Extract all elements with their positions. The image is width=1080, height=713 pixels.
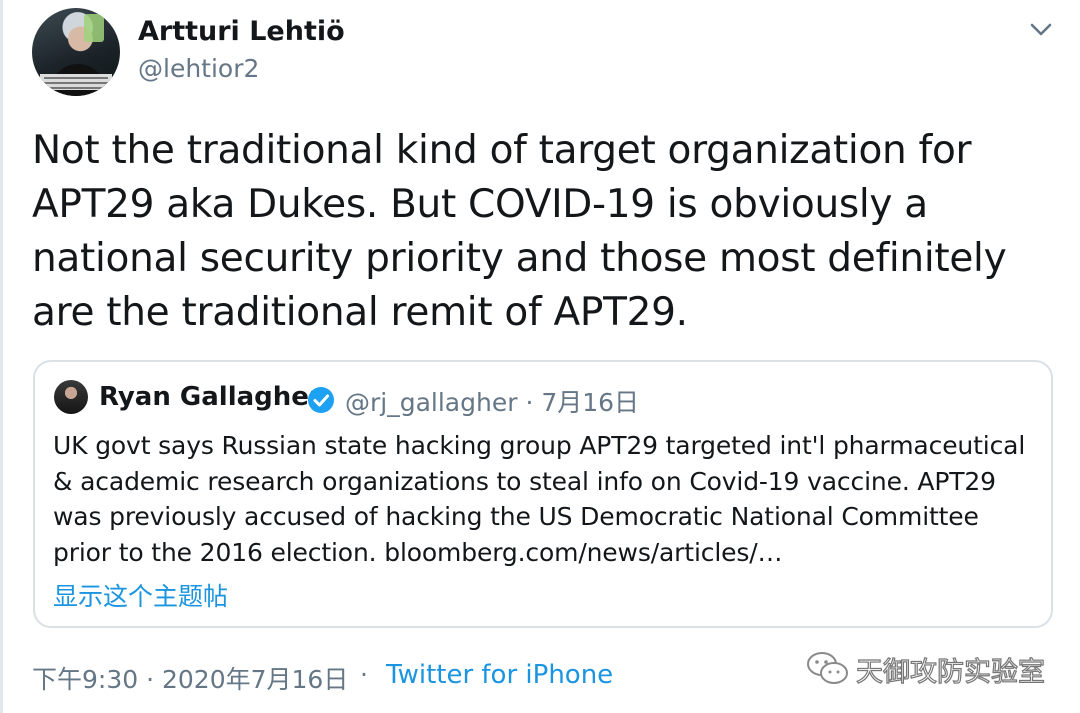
quoted-handle-date: @rj_gallagher · 7月16日 [345,388,640,417]
wechat-icon [807,652,848,684]
left-border [0,0,3,713]
watermark-text: 天御攻防实验室 [855,656,1045,688]
quoted-author-avatar [54,380,88,414]
quoted-author-name: Ryan Gallagher [99,382,322,412]
tweet-text: Not the traditional kind of target organ… [32,128,1007,335]
author-handle[interactable]: @lehtior2 [138,54,259,83]
quoted-tweet-card[interactable]: Ryan Gallagher @rj_gallagher · 7月16日 UK … [33,360,1053,628]
avatar-background-light [84,14,104,42]
avatar-caption-strip [40,74,112,90]
author-avatar[interactable] [32,8,120,96]
tweet-source-link[interactable]: Twitter for iPhone [386,660,613,690]
show-thread-link[interactable]: 显示这个主题帖 [53,577,228,613]
chevron-down-icon[interactable] [1027,18,1055,40]
tweet-timestamp[interactable]: 下午9:30 · 2020年7月16日 [32,660,348,696]
verified-badge-icon [308,387,334,413]
footer-separator: · [360,660,368,689]
quoted-tweet-text: UK govt says Russian state hacking group… [53,431,1026,567]
author-display-name[interactable]: Artturi Lehtiö [138,16,345,47]
